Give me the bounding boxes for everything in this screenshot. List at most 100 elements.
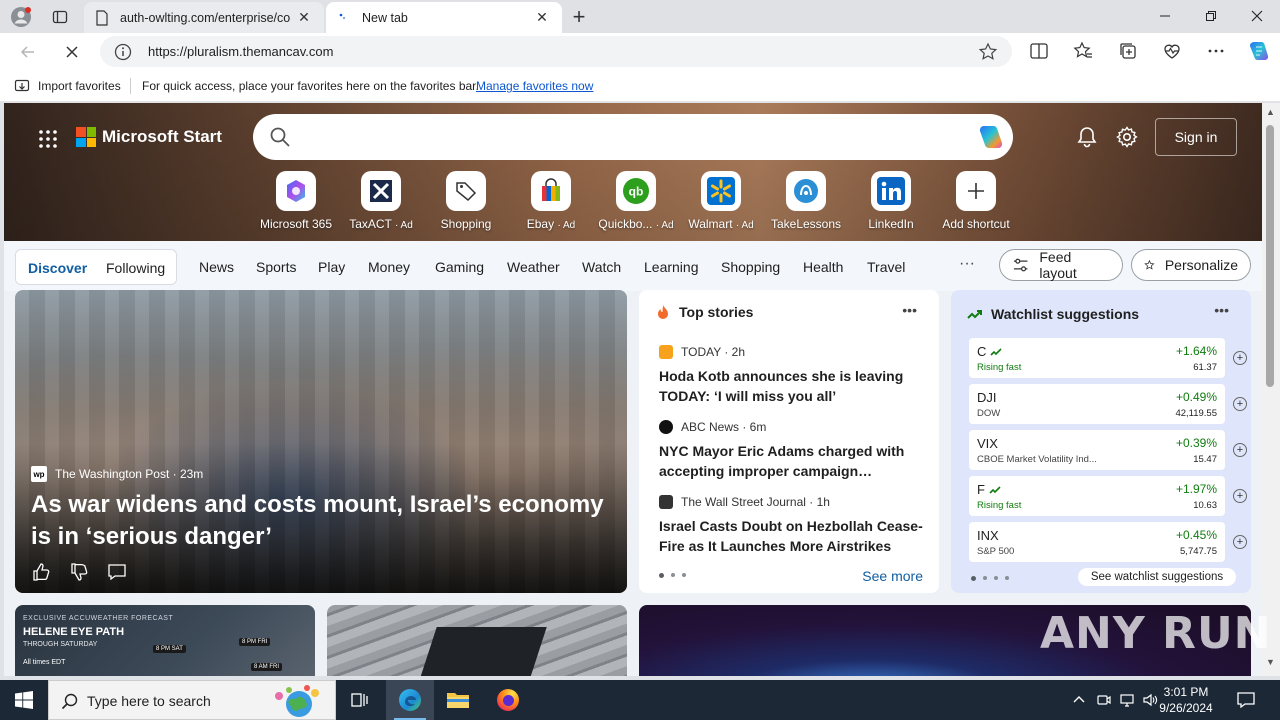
profile-button[interactable] (8, 4, 34, 30)
roof-news-card[interactable] (327, 605, 627, 676)
split-screen-button[interactable] (1028, 40, 1050, 62)
nav-news[interactable]: News (199, 259, 234, 275)
story-headline[interactable]: NYC Mayor Eric Adams charged with accept… (659, 441, 929, 481)
see-more-link[interactable]: See more (862, 568, 923, 584)
tab-new-tab[interactable]: New tab ✕ (326, 2, 562, 33)
story-headline[interactable]: Hoda Kotb announces she is leaving TODAY… (659, 366, 929, 406)
nav-shopping[interactable]: Shopping (721, 259, 780, 275)
stock-row[interactable]: DJI DOW +0.49% 42,119.55 + (969, 384, 1247, 424)
comment-icon[interactable] (107, 562, 127, 582)
nav-more-button[interactable]: ··· (959, 255, 975, 273)
tab-auth-owlting[interactable]: auth-owlting.com/enterprise/co ✕ (84, 2, 324, 33)
weather-news-card[interactable]: EXCLUSIVE ACCUWEATHER FORECAST HELENE EY… (15, 605, 315, 676)
hero-headline[interactable]: As war widens and costs mount, Israel’s … (31, 489, 611, 553)
nav-weather[interactable]: Weather (507, 259, 560, 275)
task-view-button[interactable] (336, 680, 384, 720)
meet-now-icon[interactable] (1096, 692, 1112, 708)
see-watchlist-suggestions-link[interactable]: See watchlist suggestions (1078, 568, 1236, 586)
story-item[interactable]: The Wall Street Journal · 1h Israel Cast… (659, 495, 929, 556)
collections-button[interactable] (1117, 40, 1139, 62)
scrollbar-thumb[interactable] (1266, 125, 1274, 387)
stop-loading-button[interactable] (58, 38, 86, 66)
more-options-icon[interactable]: ••• (1214, 302, 1229, 318)
stock-row[interactable]: C Rising fast +1.64% 61.37 + (969, 338, 1247, 378)
taskbar-firefox[interactable] (484, 680, 532, 720)
start-button[interactable] (0, 680, 48, 720)
brand-name: Microsoft Start (102, 127, 222, 146)
close-tab-icon[interactable]: ✕ (532, 8, 552, 28)
story-item[interactable]: TODAY · 2h Hoda Kotb announces she is le… (659, 345, 929, 406)
shortcut-taxact[interactable]: TaxACT · Ad (339, 171, 423, 231)
thumbs-up-icon[interactable] (31, 562, 51, 582)
feed-layout-button[interactable]: Feed layout (999, 249, 1123, 281)
tab-following[interactable]: Following (106, 260, 165, 276)
carousel-dots[interactable] (659, 573, 686, 578)
sign-in-button[interactable]: Sign in (1155, 118, 1237, 156)
info-icon[interactable] (114, 43, 132, 61)
shortcut-walmart[interactable]: Walmart · Ad (679, 171, 763, 231)
notifications-bell-icon[interactable] (1075, 125, 1099, 149)
shortcut-linkedin[interactable]: LinkedIn (849, 171, 933, 231)
close-window-button[interactable] (1234, 0, 1280, 32)
new-tab-button[interactable]: + (566, 4, 592, 29)
nav-travel[interactable]: Travel (867, 259, 905, 275)
app-launcher-icon[interactable] (38, 129, 58, 149)
story-headline[interactable]: Israel Casts Doubt on Hezbollah Cease-Fi… (659, 516, 929, 556)
nav-health[interactable]: Health (803, 259, 843, 275)
shortcut-takelessons[interactable]: TakeLessons (764, 171, 848, 231)
taskbar-file-explorer[interactable] (434, 680, 482, 720)
copilot-icon[interactable] (975, 122, 1005, 152)
nav-sports[interactable]: Sports (256, 259, 296, 275)
import-favorites-button[interactable]: Import favorites (14, 78, 121, 94)
tab-actions-button[interactable] (46, 4, 74, 30)
stock-row[interactable]: F Rising fast +1.97% 10.63 + (969, 476, 1247, 516)
shortcut-microsoft-365[interactable]: Microsoft 365 (254, 171, 338, 231)
personalize-button[interactable]: Personalize (1131, 249, 1251, 281)
network-icon[interactable] (1119, 692, 1135, 708)
add-to-watchlist-icon[interactable]: + (1233, 443, 1247, 457)
nav-learning[interactable]: Learning (644, 259, 699, 275)
story-item[interactable]: ABC News · 6m NYC Mayor Eric Adams charg… (659, 420, 929, 481)
settings-gear-icon[interactable] (1115, 125, 1139, 149)
taskbar-edge[interactable] (386, 680, 434, 720)
add-to-watchlist-icon[interactable]: + (1233, 535, 1247, 549)
tab-discover[interactable]: Discover (28, 260, 87, 276)
shortcut-ebay[interactable]: Ebay · Ad (509, 171, 593, 231)
manage-favorites-link[interactable]: Manage favorites now (476, 79, 593, 93)
minimize-button[interactable] (1142, 0, 1188, 32)
address-url[interactable]: https://pluralism.themancav.com (148, 44, 333, 59)
copilot-button[interactable] (1246, 38, 1272, 64)
nav-play[interactable]: Play (318, 259, 345, 275)
add-shortcut-button[interactable]: Add shortcut (934, 171, 1018, 231)
settings-more-button[interactable] (1205, 40, 1227, 62)
notification-center-icon[interactable] (1236, 690, 1256, 710)
add-to-watchlist-icon[interactable]: + (1233, 351, 1247, 365)
add-to-watchlist-icon[interactable]: + (1233, 397, 1247, 411)
hero-news-card[interactable]: wp The Washington Post · 23m As war wide… (15, 290, 627, 593)
taskbar-search[interactable]: Type here to search (48, 680, 336, 720)
page-scrollbar[interactable]: ▲ ▼ (1262, 103, 1280, 676)
address-bar[interactable]: https://pluralism.themancav.com (100, 36, 1012, 67)
nav-money[interactable]: Money (368, 259, 410, 275)
system-clock[interactable]: 3:01 PM 9/26/2024 (1150, 684, 1222, 716)
nav-watch[interactable]: Watch (582, 259, 621, 275)
favorites-button[interactable] (1072, 40, 1094, 62)
more-options-icon[interactable]: ••• (902, 302, 917, 318)
stock-row[interactable]: VIX CBOE Market Volatility Ind... +0.39%… (969, 430, 1247, 470)
chevron-up-icon[interactable] (1071, 692, 1087, 708)
close-tab-icon[interactable]: ✕ (294, 8, 314, 28)
add-to-watchlist-icon[interactable]: + (1233, 489, 1247, 503)
web-search-box[interactable] (253, 114, 1013, 160)
shortcut-shopping[interactable]: Shopping (424, 171, 508, 231)
thumbs-down-icon[interactable] (69, 562, 89, 582)
browser-essentials-button[interactable] (1161, 40, 1183, 62)
microsoft-start-logo[interactable]: Microsoft Start (76, 127, 222, 147)
back-button[interactable] (14, 38, 42, 66)
carousel-dots[interactable] (971, 576, 1009, 581)
nav-gaming[interactable]: Gaming (435, 259, 484, 275)
shortcut-quickbooks[interactable]: qb Quickbo... · Ad (594, 171, 678, 231)
scroll-up-icon[interactable]: ▲ (1266, 107, 1275, 117)
stock-row[interactable]: INX S&P 500 +0.45% 5,747.75 + (969, 522, 1247, 562)
restore-button[interactable] (1188, 0, 1234, 32)
favorite-star-icon[interactable] (978, 42, 998, 62)
